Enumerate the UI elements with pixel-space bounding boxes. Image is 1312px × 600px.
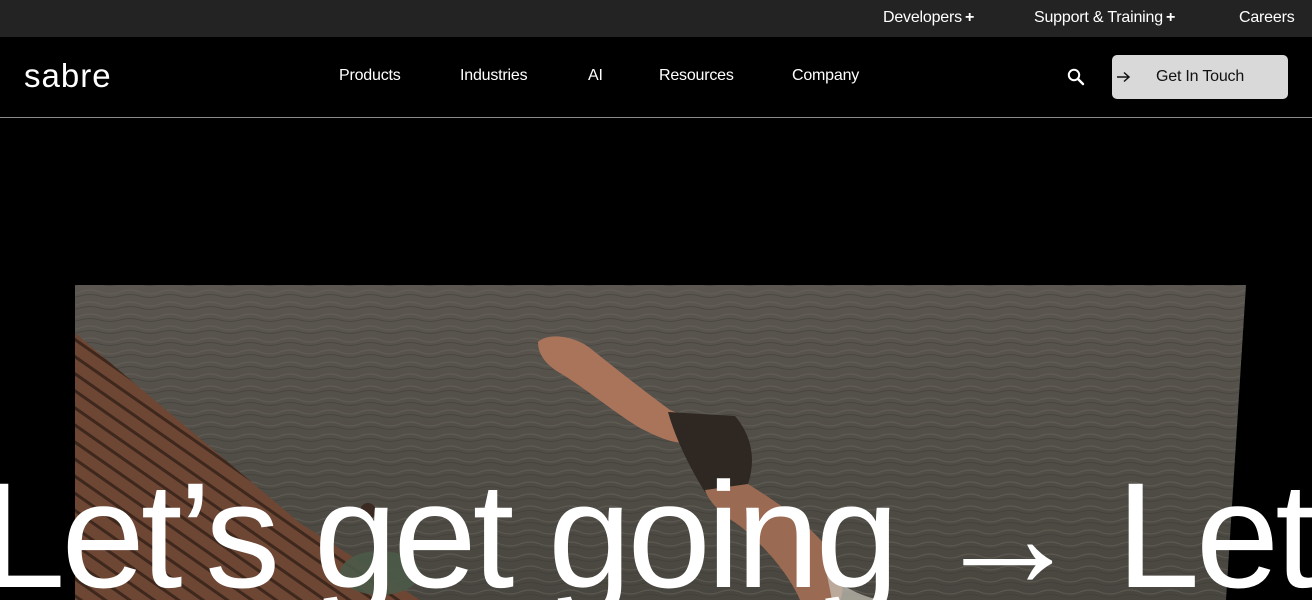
utility-link-support-training[interactable]: Support & Training +: [1034, 9, 1175, 27]
nav-ai[interactable]: AI: [588, 67, 603, 85]
hero-headline: Let’s get going → Let’s: [0, 451, 1312, 600]
nav-company[interactable]: Company: [792, 67, 859, 85]
get-in-touch-button[interactable]: Get In Touch: [1112, 55, 1288, 99]
utility-link-careers[interactable]: Careers: [1239, 9, 1295, 27]
nav-resources[interactable]: Resources: [659, 67, 734, 85]
utility-link-label: Developers: [883, 9, 962, 26]
nav-products[interactable]: Products: [339, 67, 401, 85]
logo-text: sabre: [24, 62, 112, 92]
hero: Let’s get going → Let’s: [0, 118, 1312, 600]
utility-link-label: Support & Training: [1034, 9, 1163, 26]
sabre-logo[interactable]: sabre: [24, 62, 144, 92]
sabre-logo-mark: sabre: [24, 62, 112, 92]
utility-link-label: Careers: [1239, 9, 1295, 26]
utility-bar: Developers + Support & Training + Careers: [0, 0, 1312, 37]
plus-icon: +: [964, 9, 975, 26]
arrow-right-icon: [1117, 71, 1131, 83]
utility-link-developers[interactable]: Developers +: [883, 9, 974, 27]
get-in-touch-label: Get In Touch: [1156, 68, 1245, 85]
main-header: sabre Products Industries AI Resources C…: [0, 37, 1312, 118]
plus-icon: +: [1165, 9, 1176, 26]
search-icon: [1067, 68, 1085, 86]
nav-industries[interactable]: Industries: [460, 67, 528, 85]
search-button[interactable]: [1064, 65, 1088, 89]
